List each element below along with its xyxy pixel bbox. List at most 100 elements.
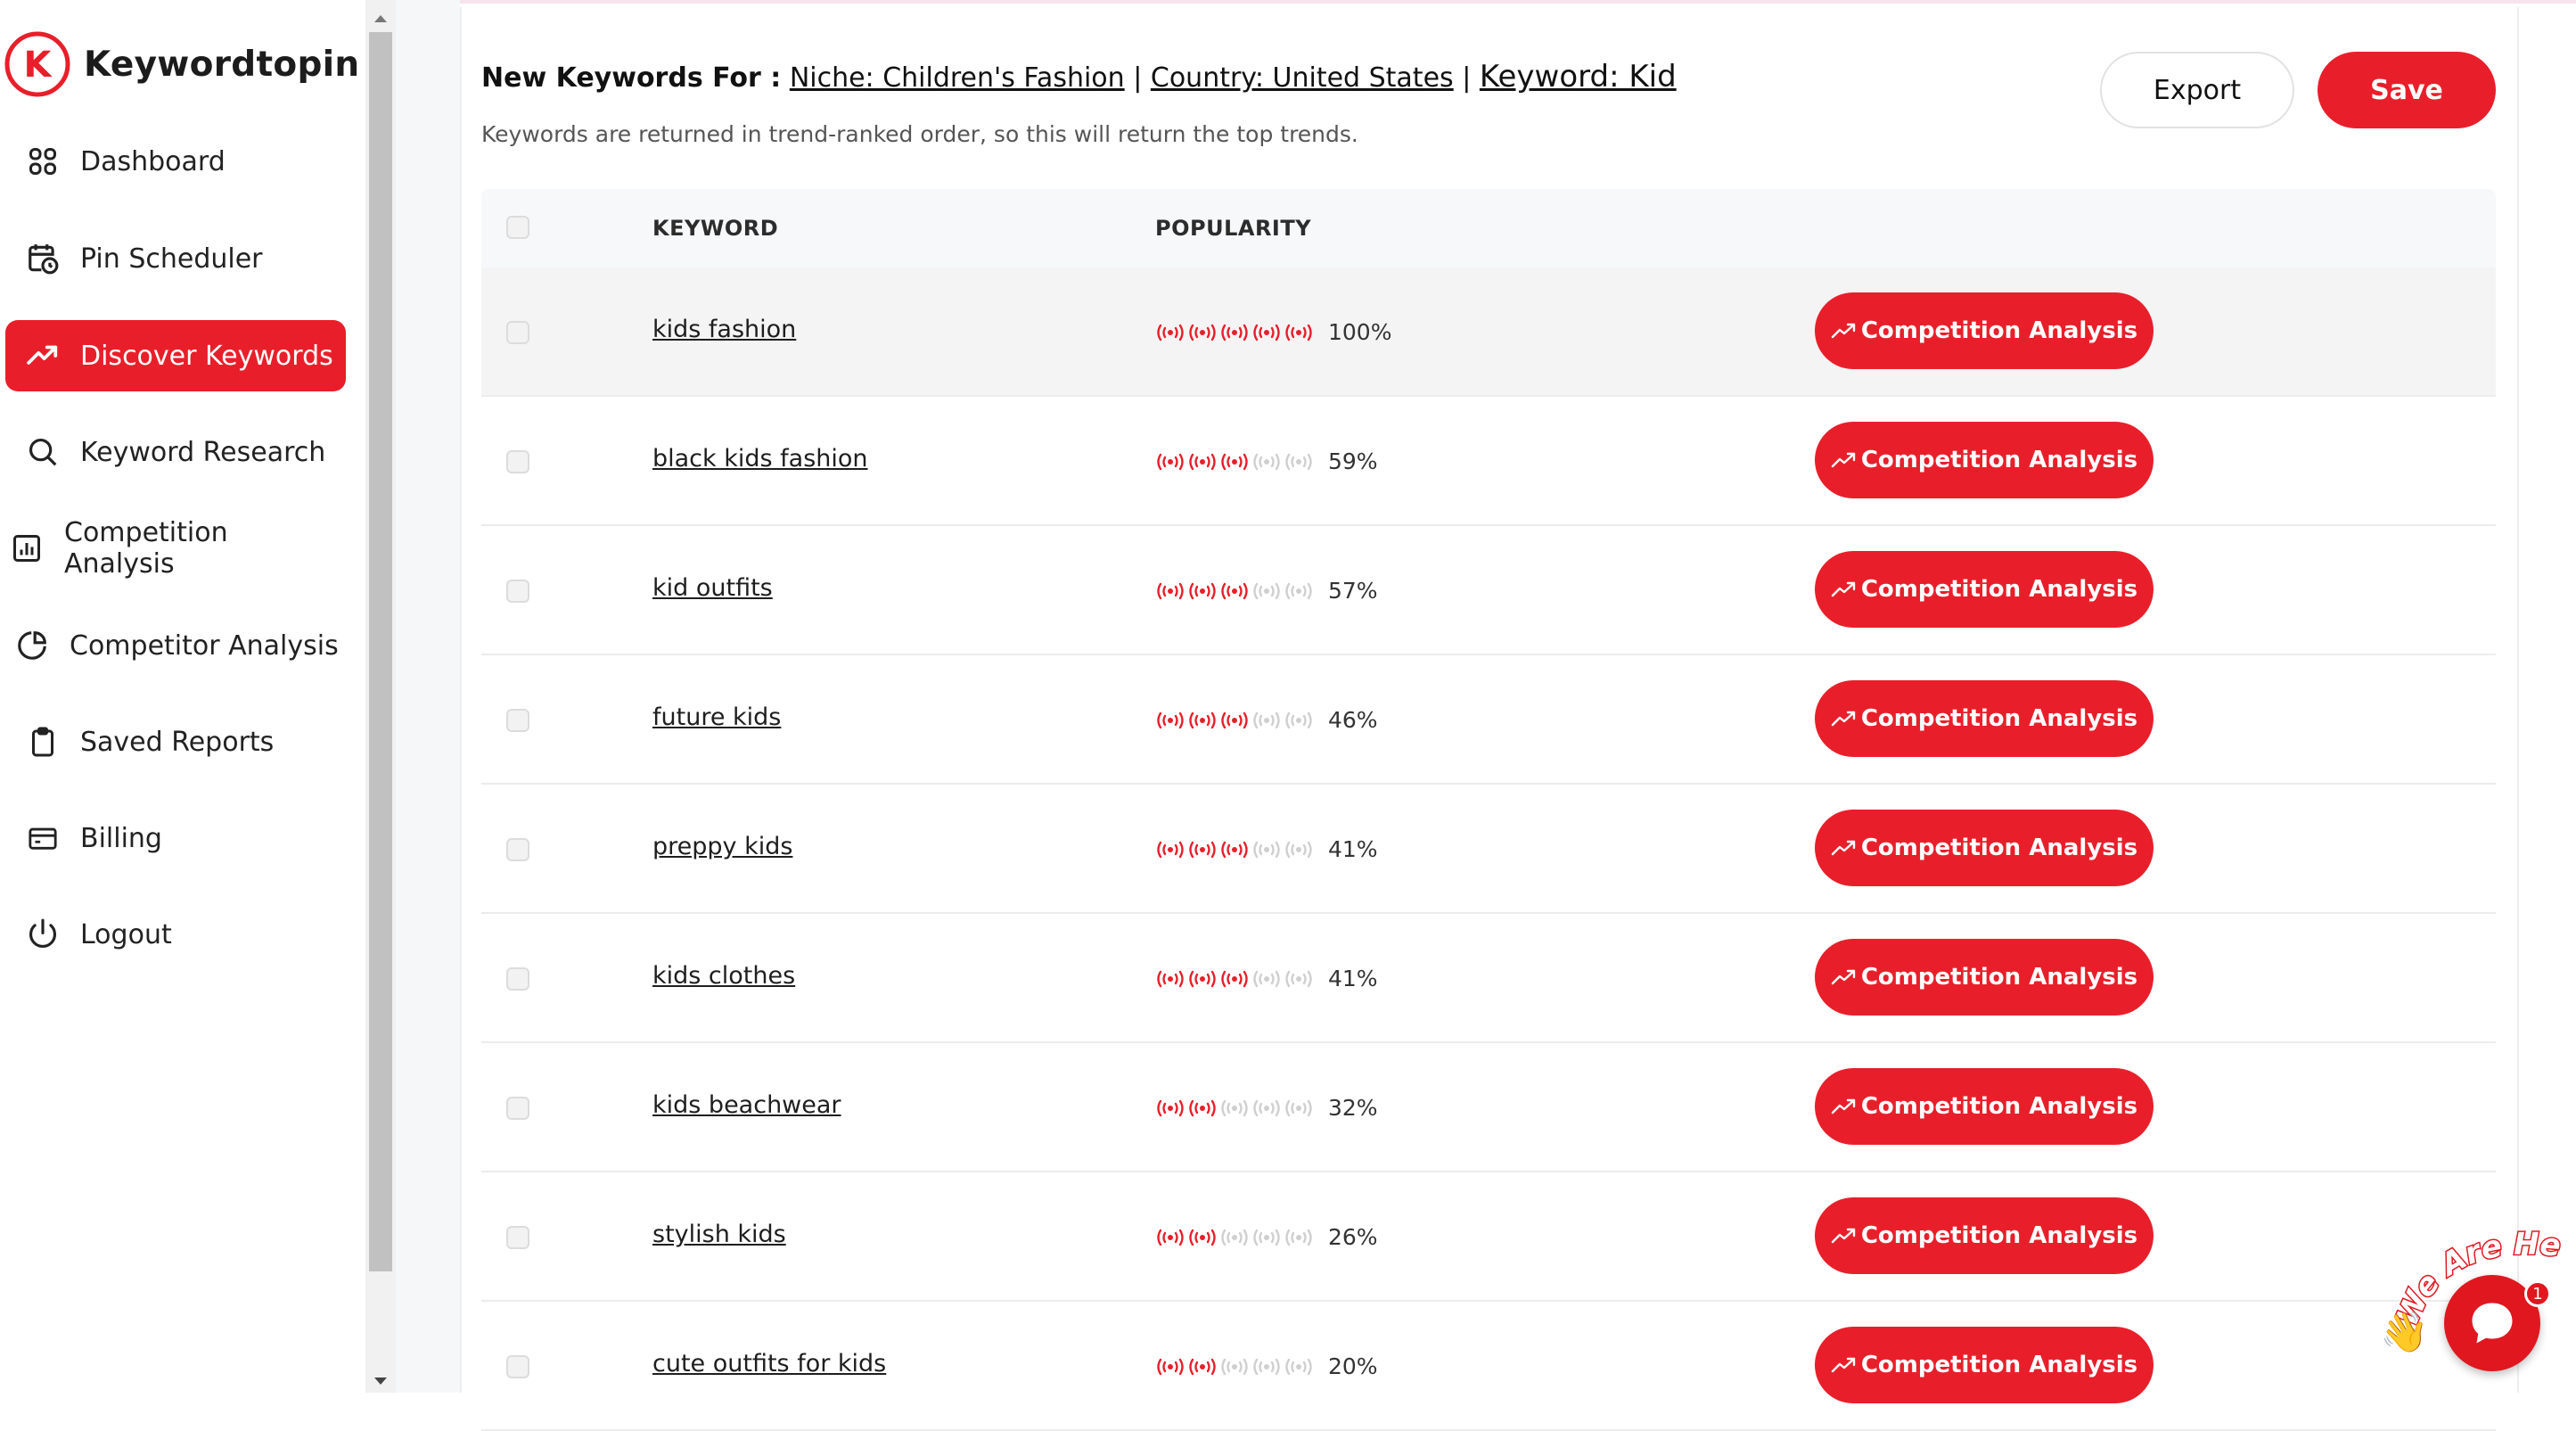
sidebar-item-logout[interactable]: Logout xyxy=(5,899,346,970)
competition-analysis-button[interactable]: Competition Analysis xyxy=(1815,810,2154,886)
clipboard-icon xyxy=(23,722,62,761)
signal-icon xyxy=(1221,324,1248,341)
competition-analysis-button[interactable]: Competition Analysis xyxy=(1815,292,2154,369)
keyword-link[interactable]: Keyword: Kid xyxy=(1480,59,1677,95)
row-checkbox[interactable] xyxy=(506,1226,529,1249)
signal-icon xyxy=(1157,970,1184,987)
signal-icon xyxy=(1221,1099,1248,1116)
popularity-percent: 41% xyxy=(1328,966,1378,991)
table-row: kids beachwear 32% Competition Analysis xyxy=(481,1043,2496,1172)
table-row: stylish kids 26% Competition Analysis xyxy=(481,1172,2496,1302)
competition-analysis-label: Competition Analysis xyxy=(1860,964,2138,991)
sidebar-item-label: Pin Scheduler xyxy=(80,243,263,275)
competition-analysis-button[interactable]: Competition Analysis xyxy=(1815,1197,2154,1274)
table-row: black kids fashion 59% Competition Analysi… xyxy=(481,397,2496,526)
sidebar-item-pin-scheduler[interactable]: Pin Scheduler xyxy=(5,223,346,294)
keyword-link[interactable]: kid outfits xyxy=(652,574,773,602)
competition-analysis-button[interactable]: Competition Analysis xyxy=(1815,1327,2154,1403)
row-checkbox[interactable] xyxy=(506,967,529,991)
popularity-meter: 46% xyxy=(1155,707,1378,733)
popularity-meter: 32% xyxy=(1155,1095,1378,1121)
brand-logo-icon: K xyxy=(4,31,70,97)
keyword-link[interactable]: stylish kids xyxy=(652,1221,786,1248)
competition-analysis-button[interactable]: Competition Analysis xyxy=(1815,1068,2154,1145)
signal-icon xyxy=(1189,324,1216,341)
row-checkbox[interactable] xyxy=(506,321,529,344)
signal-icon xyxy=(1253,970,1280,987)
sidebar-item-competition-analysis[interactable]: Competition Analysis xyxy=(5,513,346,584)
trending-up-icon xyxy=(1831,711,1856,727)
signal-icon xyxy=(1221,841,1248,858)
signal-icon xyxy=(1189,1099,1216,1116)
signal-icon xyxy=(1285,1229,1312,1246)
keyword-link[interactable]: black kids fashion xyxy=(652,445,868,473)
popularity-percent: 100% xyxy=(1328,319,1392,345)
competition-analysis-button[interactable]: Competition Analysis xyxy=(1815,939,2154,1016)
signal-icon xyxy=(1285,582,1312,599)
calendar-clock-icon xyxy=(23,239,62,278)
competition-analysis-button[interactable]: Competition Analysis xyxy=(1815,422,2154,498)
signal-icon xyxy=(1285,841,1312,858)
save-button[interactable]: Save xyxy=(2318,52,2496,128)
keyword-link[interactable]: kids beachwear xyxy=(652,1091,841,1119)
signal-icon xyxy=(1253,453,1280,470)
niche-link[interactable]: Niche: Children's Fashion xyxy=(790,62,1125,94)
trending-up-icon xyxy=(1831,452,1856,468)
row-checkbox[interactable] xyxy=(506,709,529,732)
popularity-percent: 26% xyxy=(1328,1224,1378,1250)
keyword-link[interactable]: kids clothes xyxy=(652,962,795,990)
keyword-link[interactable]: kids fashion xyxy=(652,316,796,343)
sidebar-item-keyword-research[interactable]: Keyword Research xyxy=(5,416,346,488)
keyword-link[interactable]: future kids xyxy=(652,703,781,731)
heading-label: New Keywords For : xyxy=(481,62,782,94)
main-panel: New Keywords For : Niche: Children's Fas… xyxy=(460,7,2519,1431)
competition-analysis-label: Competition Analysis xyxy=(1860,1352,2138,1378)
trending-up-icon xyxy=(23,336,62,375)
signal-icon xyxy=(1221,453,1248,470)
keywords-table: KEYWORD POPULARITY kids fashion 100% Compe… xyxy=(481,189,2496,1431)
competition-analysis-button[interactable]: Competition Analysis xyxy=(1815,551,2154,628)
table-body: kids fashion 100% Competition Analysis blac… xyxy=(481,267,2496,1431)
table-row: preppy kids 41% Competition Analysis xyxy=(481,785,2496,914)
keyword-link[interactable]: preppy kids xyxy=(652,833,792,860)
select-all-checkbox[interactable] xyxy=(506,216,529,239)
popularity-meter: 41% xyxy=(1155,966,1378,991)
signal-icon xyxy=(1157,324,1184,341)
row-checkbox[interactable] xyxy=(506,1097,529,1120)
sidebar-item-competitor-analysis[interactable]: Competitor Analysis xyxy=(5,610,346,681)
keyword-link[interactable]: cute outfits for kids xyxy=(652,1350,886,1378)
pie-chart-icon xyxy=(12,626,52,665)
scroll-up-arrow-icon[interactable] xyxy=(365,5,396,32)
sidebar-item-dashboard[interactable]: Dashboard xyxy=(5,126,346,197)
competition-analysis-label: Competition Analysis xyxy=(1860,447,2138,473)
signal-icon xyxy=(1157,582,1184,599)
signal-icon xyxy=(1221,1229,1248,1246)
country-link[interactable]: Country: United States xyxy=(1151,62,1454,94)
sidebar-item-label: Logout xyxy=(80,918,172,950)
sidebar-scrollbar[interactable] xyxy=(365,0,396,1393)
heading-separator: | xyxy=(1462,62,1472,94)
export-button[interactable]: Export xyxy=(2100,52,2294,128)
row-checkbox[interactable] xyxy=(506,580,529,603)
sidebar-item-discover-keywords[interactable]: Discover Keywords xyxy=(5,320,346,391)
signal-icon xyxy=(1189,711,1216,728)
heading-separator: | xyxy=(1133,62,1143,94)
column-header-keyword: KEYWORD xyxy=(652,216,779,241)
sidebar-item-saved-reports[interactable]: Saved Reports xyxy=(5,706,346,777)
row-checkbox[interactable] xyxy=(506,450,529,473)
trending-up-icon xyxy=(1831,323,1856,339)
table-row: future kids 46% Competition Analysis xyxy=(481,655,2496,785)
signal-icon xyxy=(1221,711,1248,728)
signal-icon xyxy=(1189,1229,1216,1246)
signal-icon xyxy=(1157,1229,1184,1246)
brand-name: Keywordtopin xyxy=(84,44,360,85)
sidebar-item-billing[interactable]: Billing xyxy=(5,802,346,874)
signal-icon xyxy=(1253,324,1280,341)
competition-analysis-button[interactable]: Competition Analysis xyxy=(1815,680,2154,757)
row-checkbox[interactable] xyxy=(506,1355,529,1378)
power-icon xyxy=(23,915,62,954)
scroll-down-arrow-icon[interactable] xyxy=(365,1368,396,1394)
scrollbar-thumb[interactable] xyxy=(369,32,392,1271)
row-checkbox[interactable] xyxy=(506,838,529,861)
brand[interactable]: K Keywordtopin xyxy=(4,29,359,100)
